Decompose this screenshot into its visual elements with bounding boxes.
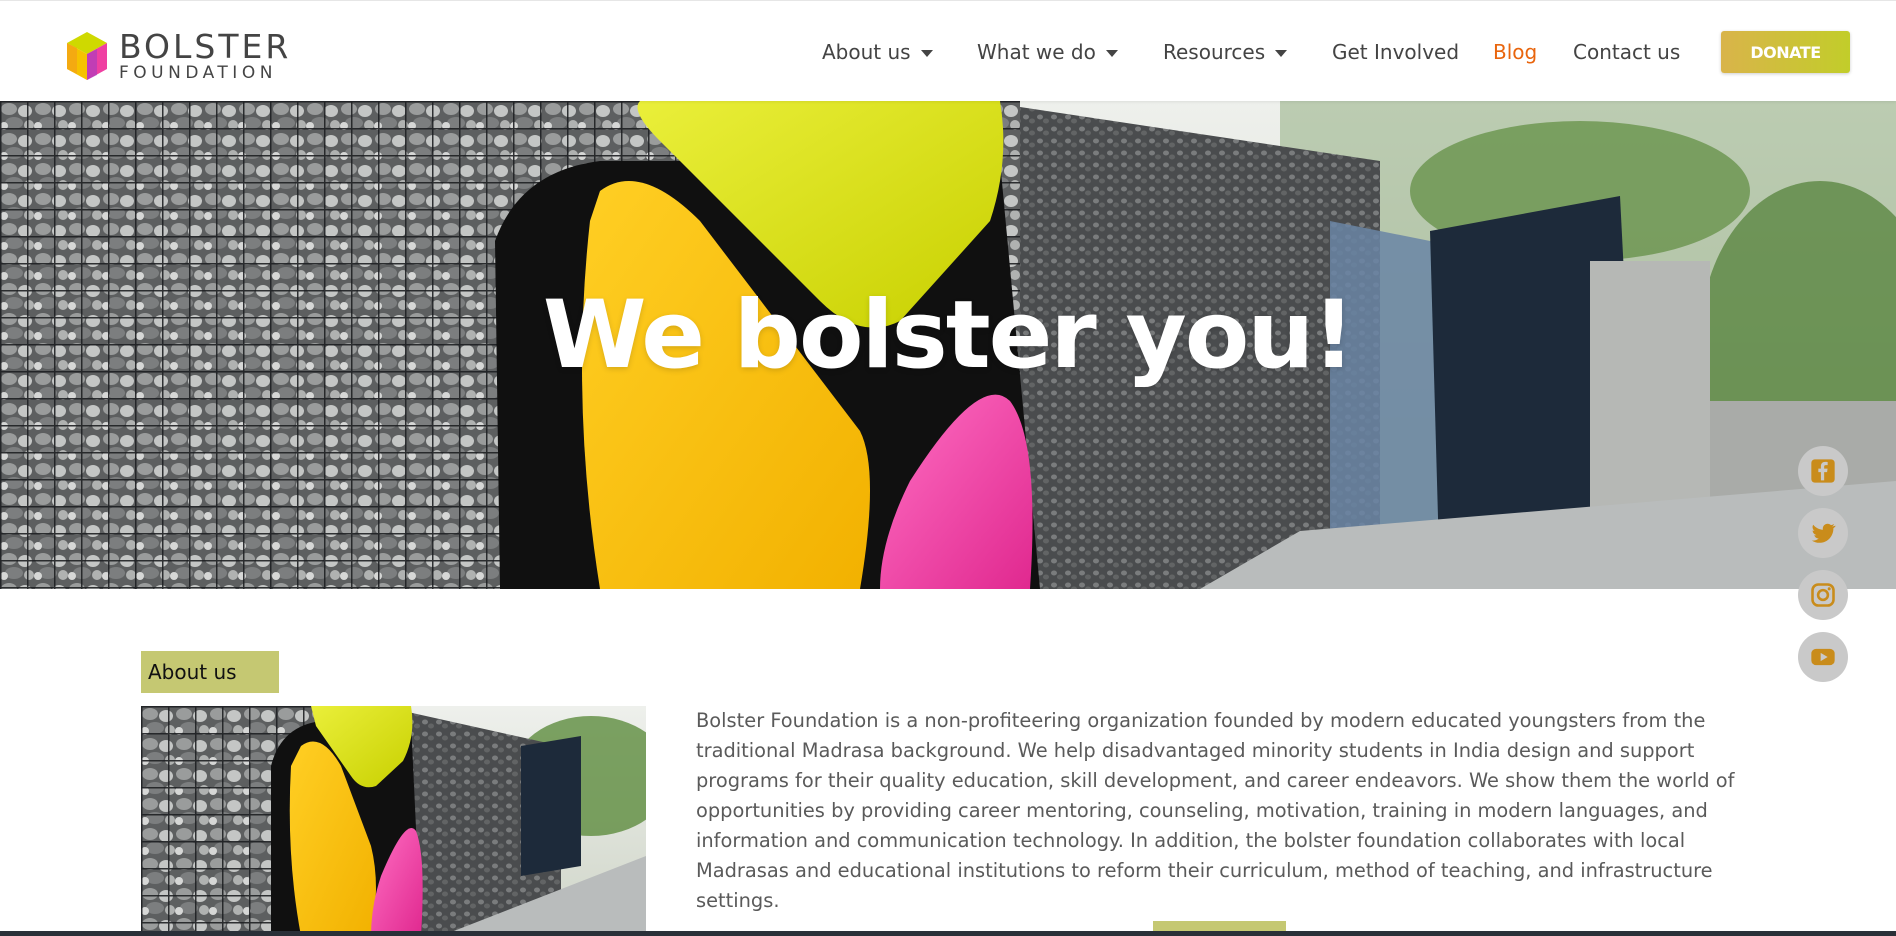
hero-title: We bolster you!: [542, 281, 1355, 390]
about-photo-image: [141, 706, 646, 936]
about-description: Bolster Foundation is a non-profiteering…: [696, 709, 1735, 912]
section-label-about-us: About us: [141, 651, 279, 693]
donate-button[interactable]: DONATE: [1721, 31, 1850, 73]
nav-about-us-label: About us: [822, 40, 911, 64]
nav-what-we-do[interactable]: What we do: [977, 34, 1118, 70]
hero-banner: We bolster you!: [0, 101, 1896, 589]
nav-about-us[interactable]: About us: [822, 34, 933, 70]
logo-wordmark: BOLSTER: [119, 27, 292, 66]
nav-get-involved-label: Get Involved: [1332, 40, 1460, 64]
site-logo[interactable]: BOLSTER FOUNDATION: [63, 30, 315, 82]
nav-what-we-do-label: What we do: [977, 40, 1096, 64]
caret-down-icon: [920, 49, 933, 57]
nav-contact-us-label: Contact us: [1573, 40, 1681, 64]
nav-get-involved[interactable]: Get Involved: [1332, 34, 1459, 70]
nav-resources-label: Resources: [1163, 40, 1266, 64]
caret-down-icon: [1275, 49, 1288, 57]
facebook-icon: [1811, 459, 1835, 483]
caret-down-icon: [1105, 49, 1118, 57]
youtube-icon: [1811, 648, 1835, 666]
instagram-icon: [1811, 583, 1835, 607]
social-instagram[interactable]: [1798, 570, 1848, 620]
twitter-icon: [1811, 523, 1836, 543]
nav-contact-us[interactable]: Contact us: [1573, 34, 1680, 70]
social-twitter[interactable]: [1798, 508, 1848, 558]
logo-subtitle: FOUNDATION: [119, 63, 277, 83]
nav-blog-label: Blog: [1493, 40, 1538, 64]
bottom-edge-bar: [0, 931, 1896, 936]
cube-logo-icon: [67, 32, 107, 80]
nav-blog[interactable]: Blog: [1493, 34, 1537, 70]
nav-resources[interactable]: Resources: [1163, 34, 1288, 70]
site-header: BOLSTER FOUNDATION About us What we do R…: [0, 0, 1896, 101]
social-youtube[interactable]: [1798, 632, 1848, 682]
social-facebook[interactable]: [1798, 446, 1848, 496]
about-photo: [141, 706, 646, 936]
